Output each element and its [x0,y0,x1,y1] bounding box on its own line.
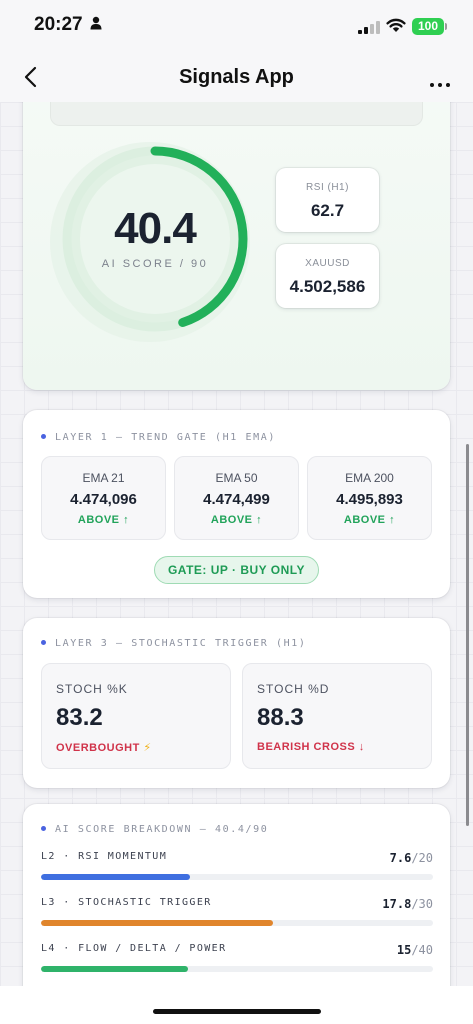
ai-score-label: AI SCORE / 90 [101,258,209,270]
breakdown-row-name: L3 · STOCHASTIC TRIGGER [41,897,212,908]
rsi-label: RSI (H1) [306,182,349,193]
stoch-d-state: BEARISH CROSS ↓ [257,741,365,753]
breakdown-row-name: L4 · FLOW / DELTA / POWER [41,943,227,954]
ema-50-box: EMA 50 4.474,499 ABOVE ↑ [174,456,299,540]
rsi-value: 62.7 [310,201,345,220]
ema-200-box: EMA 200 4.495,893 ABOVE ↑ [307,456,432,540]
page-title: Signals App [179,66,294,88]
stoch-k-value: 83.2 [56,704,103,731]
lightning-icon: ⚡ [143,742,152,754]
ai-score-card: 40.4 AI SCORE / 90 RSI (H1) 62.7 XAUUSD … [23,102,450,390]
trend-gate-header: LAYER 1 — TREND GATE (H1 EMA) [41,432,276,443]
more-options-icon[interactable] [430,74,454,92]
breakdown-progress-track [41,874,433,880]
stoch-d-label: STOCH %D [257,682,330,696]
breakdown-row-name: L2 · RSI MOMENTUM [41,851,168,862]
section-dot-icon [41,639,46,645]
ema-state: ABOVE ↑ [77,514,130,526]
stoch-d-value: 88.3 [257,704,304,731]
section-dot-icon [41,433,46,439]
breakdown-progress-fill [41,874,190,880]
rsi-box: RSI (H1) 62.7 [276,168,379,232]
home-indicator-area [0,986,473,1024]
cellular-signal-icon [358,21,380,34]
status-time: 20:27 [34,14,83,35]
breakdown-header: AI SCORE BREAKDOWN — 40.4/90 [41,824,268,835]
breakdown-progress-fill [41,920,274,926]
score-breakdown-card: AI SCORE BREAKDOWN — 40.4/90 L2 · RSI MO… [23,804,450,986]
breakdown-row-score: 7.6/20 [389,851,433,865]
ai-score-value: 40.4 [114,204,197,253]
ema-value: 4.495,893 [336,491,403,508]
battery-tip [445,23,447,30]
home-indicator[interactable] [153,1009,321,1014]
ema-state: ABOVE ↑ [210,514,263,526]
symbol-price-value: 4.502,586 [289,277,366,296]
stoch-d-box: STOCH %D 88.3 BEARISH CROSS ↓ [242,663,432,769]
stoch-k-label: STOCH %K [56,682,128,696]
breakdown-row-score: 17.8/30 [382,897,433,911]
trend-gate-card: LAYER 1 — TREND GATE (H1 EMA) EMA 21 4.4… [23,410,450,598]
wifi-icon [386,18,406,32]
symbol-label: XAUUSD [305,258,350,269]
breakdown-progress-track [41,920,433,926]
navigation-bar: Signals App [0,52,473,102]
section-dot-icon [41,825,46,831]
person-icon [90,16,102,30]
breakdown-progress-track [41,966,433,972]
ema-label: EMA 50 [215,471,258,485]
top-strip [50,102,423,126]
scrollbar[interactable] [466,444,469,826]
ema-label: EMA 21 [82,471,125,485]
stochastic-header: LAYER 3 — STOCHASTIC TRIGGER (H1) [41,638,306,649]
ema-value: 4.474,499 [203,491,270,508]
ema-value: 4.474,096 [70,491,137,508]
breakdown-row-score: 15/40 [396,943,433,957]
stoch-k-box: STOCH %K 83.2 OVERBOUGHT ⚡ [41,663,231,769]
battery-indicator: 100 [412,18,444,35]
ema-21-box: EMA 21 4.474,096 ABOVE ↑ [41,456,166,540]
gate-status-badge: GATE: UP · BUY ONLY [154,556,319,584]
stoch-k-state: OVERBOUGHT ⚡ [56,742,152,754]
status-bar: 20:27 100 [0,0,473,52]
stochastic-card: LAYER 3 — STOCHASTIC TRIGGER (H1) STOCH … [23,618,450,788]
ema-state: ABOVE ↑ [343,514,396,526]
symbol-price-box: XAUUSD 4.502,586 [276,244,379,308]
ema-label: EMA 200 [345,471,394,485]
breakdown-progress-fill [41,966,188,972]
scroll-content[interactable]: 40.4 AI SCORE / 90 RSI (H1) 62.7 XAUUSD … [0,102,473,986]
